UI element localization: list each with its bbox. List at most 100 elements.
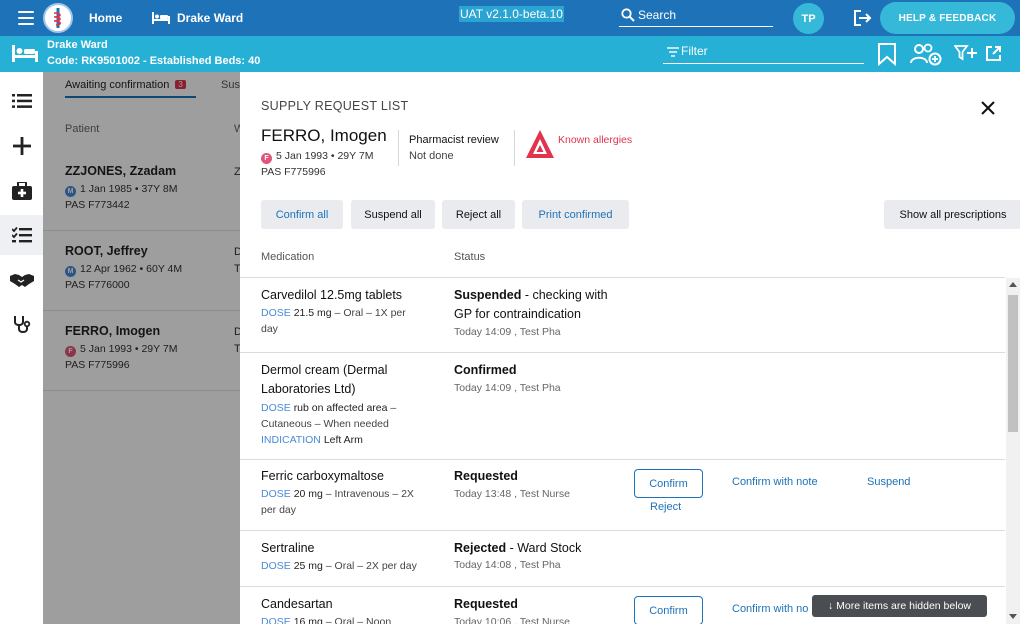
- user-avatar[interactable]: TP: [793, 3, 824, 34]
- open-external-icon[interactable]: [985, 45, 1002, 65]
- medication-dose: DOSE 21.5 mg – Oral – 1X per day: [261, 305, 421, 337]
- status-timestamp: Today 14:09 , Test Pha: [454, 326, 561, 338]
- suspend-button[interactable]: Suspend: [867, 476, 910, 488]
- medication-name: Ferric carboxymaltose: [261, 469, 384, 483]
- checklist-icon[interactable]: [0, 215, 43, 255]
- status-timestamp: Today 13:48 , Test Nurse: [454, 488, 570, 500]
- medication-name: Sertraline: [261, 541, 315, 555]
- column-header-medication: Medication: [261, 251, 315, 263]
- status-text: Rejected - Ward Stock: [454, 539, 624, 558]
- confirm-with-note-button[interactable]: Confirm with note: [732, 476, 818, 488]
- status-value: Requested: [454, 469, 518, 483]
- table-row: Dermol cream (Dermal Laboratories Ltd) D…: [240, 353, 1005, 460]
- reject-button[interactable]: Reject: [650, 501, 681, 513]
- dose-label: DOSE: [261, 307, 291, 319]
- status-value: Suspended: [454, 288, 522, 302]
- dose-label: DOSE: [261, 616, 291, 624]
- ward-link[interactable]: Drake Ward: [177, 11, 243, 25]
- ward-code: Code: RK9501002 - Established Beds: 40: [47, 55, 261, 67]
- known-allergies-link[interactable]: Known allergies: [558, 134, 632, 146]
- indication-label: INDICATION: [261, 434, 321, 446]
- status-value: Confirmed: [454, 363, 517, 377]
- menu-icon[interactable]: [18, 11, 34, 25]
- help-feedback-button[interactable]: HELP & FEEDBACK: [880, 2, 1015, 34]
- dose-value: 21.5 mg: [293, 307, 332, 319]
- home-link[interactable]: Home: [89, 11, 122, 25]
- supply-request-panel: SUPPLY REQUEST LIST FERRO, Imogen F 5 Jan…: [240, 72, 1020, 624]
- dose-label: DOSE: [261, 488, 291, 500]
- column-header-status: Status: [454, 251, 486, 263]
- top-app-bar: Home Drake Ward UAT v2.1.0-beta.10 Searc…: [0, 0, 1020, 36]
- allergy-warning-icon: [525, 129, 555, 162]
- table-row: Sertraline DOSE 25 mg – Oral – 2X per da…: [240, 531, 1005, 587]
- stethoscope-icon[interactable]: [0, 305, 43, 345]
- medical-kit-icon[interactable]: [0, 171, 43, 211]
- dose-details: – Oral – 2X per day: [322, 560, 417, 572]
- patient-dob: F 5 Jan 1993 • 29Y 7M: [261, 150, 373, 164]
- status-text: Confirmed: [454, 361, 624, 380]
- print-confirmed-button[interactable]: Print confirmed: [522, 200, 629, 229]
- add-group-icon[interactable]: [909, 42, 942, 69]
- confirm-button[interactable]: Confirm: [634, 469, 703, 498]
- medication-dose: DOSE rub on affected area – Cutaneous – …: [261, 400, 421, 432]
- medication-dose: DOSE 25 mg – Oral – 2X per day: [261, 558, 441, 574]
- pharmacist-review-label: Pharmacist review: [409, 134, 499, 146]
- filter-lines-icon: [667, 46, 679, 60]
- dose-label: DOSE: [261, 402, 291, 414]
- dose-value: 20 mg: [293, 488, 323, 500]
- medication-name: Candesartan: [261, 597, 333, 611]
- ward-bar: Drake Ward Code: RK9501002 - Established…: [0, 36, 1020, 72]
- scrollbar[interactable]: [1006, 278, 1020, 624]
- medication-dose: DOSE 20 mg – Intravenous – 2X per day: [261, 486, 431, 518]
- status-note: - Ward Stock: [506, 541, 582, 555]
- dose-label: DOSE: [261, 560, 291, 572]
- table-row: Ferric carboxymaltose DOSE 20 mg – Intra…: [240, 460, 1005, 531]
- medication-dose: DOSE 16 mg – Oral – Noon: [261, 614, 441, 624]
- confirm-all-button[interactable]: Confirm all: [261, 200, 343, 229]
- medication-name: Carvedilol 12.5mg tablets: [261, 288, 403, 302]
- scroll-thumb[interactable]: [1008, 295, 1018, 432]
- medication-indication: INDICATION Left Arm: [261, 432, 431, 448]
- search-input[interactable]: Search: [619, 5, 773, 27]
- add-filter-icon[interactable]: [953, 45, 978, 64]
- ward-name: Drake Ward: [47, 39, 108, 51]
- scroll-down-arrow-icon[interactable]: [1009, 614, 1017, 619]
- bed-icon: [152, 12, 170, 27]
- status-timestamp: Today 14:08 , Test Pha: [454, 559, 561, 571]
- status-text: Requested: [454, 595, 624, 614]
- close-icon[interactable]: [981, 101, 995, 118]
- filter-input[interactable]: Filter: [663, 42, 864, 64]
- patient-dob-text: 5 Jan 1993 • 29Y 7M: [276, 150, 374, 162]
- plus-icon[interactable]: [0, 126, 43, 166]
- scroll-up-arrow-icon[interactable]: [1009, 282, 1017, 287]
- dose-value: 25 mg: [293, 560, 323, 572]
- confirm-button[interactable]: Confirm: [634, 596, 703, 624]
- suspend-all-button[interactable]: Suspend all: [351, 200, 435, 229]
- confirm-with-note-button[interactable]: Confirm with no: [732, 603, 808, 615]
- handshake-icon[interactable]: [0, 260, 43, 300]
- divider: [514, 130, 515, 166]
- indication-value: Left Arm: [323, 434, 363, 446]
- search-icon: [621, 8, 635, 25]
- status-value: Requested: [454, 597, 518, 611]
- table-row: Carvedilol 12.5mg tablets DOSE 21.5 mg –…: [240, 278, 1005, 353]
- medication-name: Dermol cream (Dermal Laboratories Ltd): [261, 363, 388, 396]
- bookmark-icon[interactable]: [877, 42, 897, 69]
- patient-name: FERRO, Imogen: [261, 126, 387, 145]
- dose-value: rub on affected area: [293, 402, 388, 414]
- sex-badge: F: [261, 153, 272, 164]
- divider: [398, 130, 399, 166]
- reject-all-button[interactable]: Reject all: [442, 200, 515, 229]
- search-placeholder: Search: [638, 8, 677, 22]
- dose-details: – Oral – Noon: [322, 616, 392, 624]
- status-text: Requested: [454, 467, 624, 486]
- pharmacist-review-value: Not done: [409, 150, 454, 162]
- show-all-prescriptions-button[interactable]: Show all prescriptions: [884, 200, 1020, 229]
- logout-icon[interactable]: [853, 9, 873, 30]
- modal-backdrop[interactable]: [43, 72, 240, 624]
- status-value: Rejected: [454, 541, 507, 555]
- filter-placeholder: Filter: [681, 44, 708, 58]
- more-items-hint[interactable]: ↓ More items are hidden below: [812, 595, 987, 617]
- app-logo[interactable]: [43, 3, 73, 33]
- list-icon[interactable]: [0, 81, 43, 121]
